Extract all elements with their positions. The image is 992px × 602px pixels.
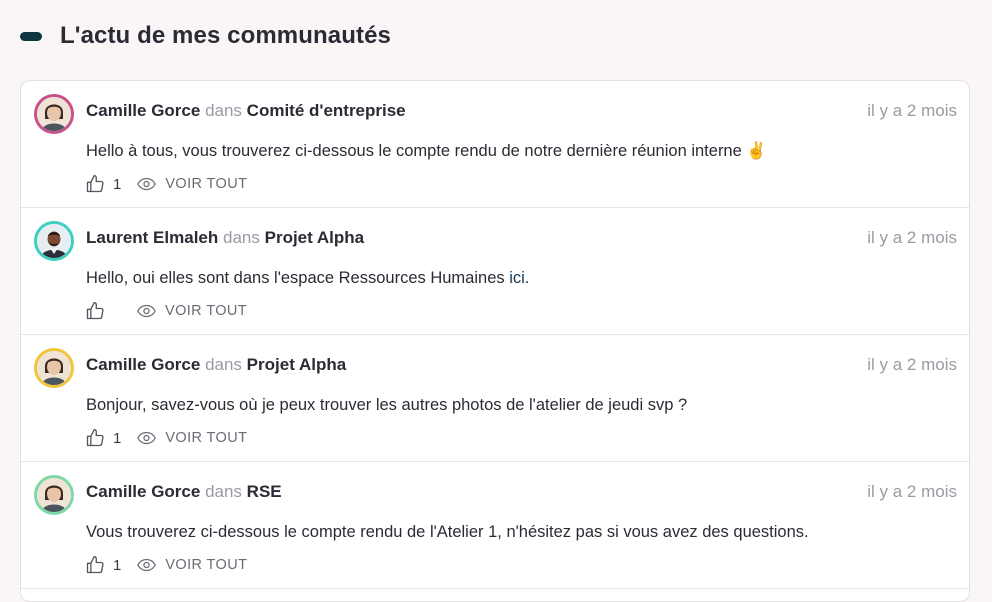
author-name[interactable]: Camille Gorce <box>86 482 200 501</box>
section-header: L'actu de mes communautés <box>20 22 391 50</box>
message-text: Hello, oui elles sont dans l'espace Ress… <box>86 269 510 287</box>
post-message: Hello, oui elles sont dans l'espace Ress… <box>86 269 529 288</box>
thumbs-up-icon <box>86 556 104 574</box>
in-word: dans <box>223 228 260 247</box>
in-word: dans <box>205 101 242 120</box>
post-message: Bonjour, savez-vous où je peux trouver l… <box>86 396 688 414</box>
feed-post[interactable]: Camille Gorce dans Comité d'entreprise i… <box>21 81 969 208</box>
view-all-label: VOIR TOUT <box>165 303 248 319</box>
like-count: 1 <box>113 429 122 447</box>
community-name[interactable]: Projet Alpha <box>247 355 347 374</box>
author-name[interactable]: Camille Gorce <box>86 355 200 374</box>
post-actions: 1 VOIR TOUT <box>85 555 247 575</box>
post-message: Vous trouverez ci-dessous le compte rend… <box>86 523 809 541</box>
post-actions: 1 VOIR TOUT <box>85 174 247 194</box>
post-timestamp: il y a 2 mois <box>867 355 957 374</box>
avatar[interactable] <box>34 94 74 134</box>
view-all-button[interactable]: VOIR TOUT <box>137 430 247 446</box>
post-header: Camille Gorce dans RSE <box>86 482 282 502</box>
avatar[interactable] <box>34 475 74 515</box>
community-name[interactable]: Comité d'entreprise <box>247 101 406 120</box>
post-header: Camille Gorce dans Projet Alpha <box>86 355 346 375</box>
author-name[interactable]: Camille Gorce <box>86 101 200 120</box>
view-all-button[interactable]: VOIR TOUT <box>137 303 247 319</box>
post-timestamp: il y a 2 mois <box>867 228 957 247</box>
view-all-label: VOIR TOUT <box>165 176 248 192</box>
view-all-label: VOIR TOUT <box>165 557 248 573</box>
view-all-button[interactable]: VOIR TOUT <box>137 557 247 573</box>
post-header: Camille Gorce dans Comité d'entreprise <box>86 101 406 121</box>
avatar[interactable] <box>34 348 74 388</box>
feed-post[interactable]: Camille Gorce dans RSE il y a 2 mois Vou… <box>21 462 969 589</box>
eye-icon <box>137 177 157 191</box>
post-actions: 1 VOIR TOUT <box>85 428 247 448</box>
avatar[interactable] <box>34 221 74 261</box>
message-end: . <box>524 269 530 287</box>
like-button[interactable] <box>85 301 121 321</box>
message-link[interactable]: ici <box>509 269 525 287</box>
in-word: dans <box>205 482 242 501</box>
post-timestamp: il y a 2 mois <box>867 482 957 501</box>
community-feed: Camille Gorce dans Comité d'entreprise i… <box>20 80 970 602</box>
thumbs-up-icon <box>86 429 104 447</box>
eye-icon <box>137 431 157 445</box>
view-all-button[interactable]: VOIR TOUT <box>137 176 247 192</box>
like-count: 1 <box>113 175 122 193</box>
like-button[interactable]: 1 <box>85 174 121 194</box>
section-title: L'actu de mes communautés <box>60 22 391 49</box>
section-marker <box>20 31 42 41</box>
feed-post[interactable]: Camille Gorce dans Projet Alpha il y a 2… <box>21 335 969 462</box>
feed-post[interactable]: Laurent Elmaleh dans Projet Alpha il y a… <box>21 208 969 335</box>
eye-icon <box>137 558 157 572</box>
author-name[interactable]: Laurent Elmaleh <box>86 228 218 247</box>
post-timestamp: il y a 2 mois <box>867 101 957 120</box>
community-name[interactable]: Projet Alpha <box>265 228 365 247</box>
thumbs-up-icon <box>86 302 104 320</box>
like-button[interactable]: 1 <box>85 428 121 448</box>
like-button[interactable]: 1 <box>85 555 121 575</box>
eye-icon <box>137 304 156 318</box>
post-message: Hello à tous, vous trouverez ci-dessous … <box>86 142 767 160</box>
post-actions: VOIR TOUT <box>85 301 247 321</box>
like-count: 1 <box>113 556 122 574</box>
community-name[interactable]: RSE <box>247 482 282 501</box>
in-word: dans <box>205 355 242 374</box>
view-all-label: VOIR TOUT <box>165 430 248 446</box>
post-header: Laurent Elmaleh dans Projet Alpha <box>86 228 364 248</box>
thumbs-up-icon <box>86 175 104 193</box>
